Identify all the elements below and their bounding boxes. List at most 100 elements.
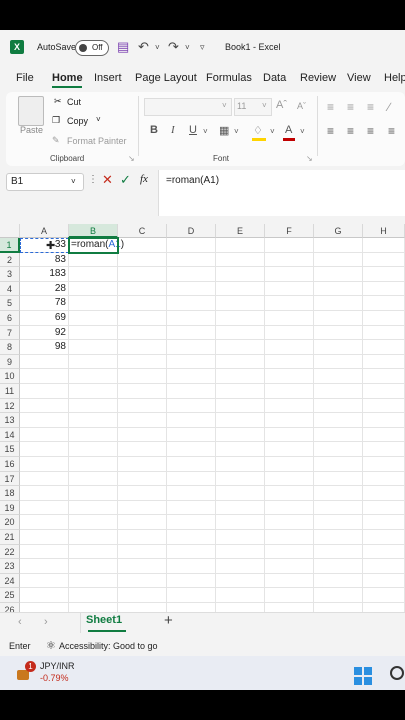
font-name-dropdown-icon[interactable]: ˅ bbox=[222, 101, 227, 110]
customize-toolbar-icon[interactable]: ▿ bbox=[200, 42, 205, 53]
redo-icon[interactable]: ↷ bbox=[168, 39, 179, 55]
font-color-icon[interactable]: A bbox=[285, 124, 292, 136]
cell-d1[interactable] bbox=[167, 238, 216, 253]
paste-icon[interactable] bbox=[18, 96, 44, 126]
cell-g26[interactable] bbox=[314, 603, 363, 612]
cell-d18[interactable] bbox=[167, 486, 216, 501]
underline-dropdown-icon[interactable]: ˅ bbox=[203, 127, 208, 136]
tab-view[interactable]: View bbox=[347, 72, 371, 84]
row-header-5[interactable]: 5 bbox=[0, 296, 20, 311]
cell-a18[interactable] bbox=[20, 486, 69, 501]
cell-a5[interactable]: 78 bbox=[20, 296, 69, 311]
cell-g2[interactable] bbox=[314, 252, 363, 268]
column-header-d[interactable]: D bbox=[167, 224, 216, 238]
cell-a26[interactable] bbox=[20, 603, 69, 612]
align-bottom-icon[interactable]: ≡ bbox=[367, 100, 374, 114]
cell-e25[interactable] bbox=[216, 588, 265, 603]
cell-h9[interactable] bbox=[363, 354, 405, 370]
cell-h1[interactable] bbox=[363, 238, 405, 253]
cell-e4[interactable] bbox=[216, 281, 265, 297]
cell-h19[interactable] bbox=[363, 500, 405, 516]
ticker-name[interactable]: JPY/INR bbox=[40, 661, 75, 671]
cell-g22[interactable] bbox=[314, 544, 363, 560]
cell-e1[interactable] bbox=[216, 238, 265, 253]
row-header-6[interactable]: 6 bbox=[0, 311, 20, 326]
next-sheet-icon[interactable]: › bbox=[44, 616, 48, 628]
cell-c10[interactable] bbox=[118, 369, 167, 384]
cell-a3[interactable]: 183 bbox=[20, 267, 69, 282]
redo-dropdown-icon[interactable]: ˅ bbox=[185, 43, 190, 52]
cell-d16[interactable] bbox=[167, 457, 216, 472]
cell-b2[interactable] bbox=[69, 252, 118, 268]
tab-formulas[interactable]: Formulas bbox=[206, 72, 252, 84]
cell-b14[interactable] bbox=[69, 427, 118, 443]
row-header-15[interactable]: 15 bbox=[0, 442, 20, 457]
cell-c23[interactable] bbox=[118, 559, 167, 574]
row-header-12[interactable]: 12 bbox=[0, 398, 20, 414]
search-icon[interactable] bbox=[390, 666, 404, 680]
cell-e18[interactable] bbox=[216, 486, 265, 501]
windows-start-icon[interactable] bbox=[354, 667, 372, 685]
copy-icon[interactable]: ❐ bbox=[52, 115, 60, 126]
cell-b7[interactable] bbox=[69, 325, 118, 341]
row-header-4[interactable]: 4 bbox=[0, 281, 20, 297]
row-header-10[interactable]: 10 bbox=[0, 369, 20, 384]
cell-g12[interactable] bbox=[314, 398, 363, 414]
row-header-14[interactable]: 14 bbox=[0, 427, 20, 443]
cell-c3[interactable] bbox=[118, 267, 167, 282]
row-header-7[interactable]: 7 bbox=[0, 325, 20, 341]
cell-g7[interactable] bbox=[314, 325, 363, 341]
cell-f18[interactable] bbox=[265, 486, 314, 501]
cell-c18[interactable] bbox=[118, 486, 167, 501]
cell-d23[interactable] bbox=[167, 559, 216, 574]
cell-g25[interactable] bbox=[314, 588, 363, 603]
cell-a19[interactable] bbox=[20, 500, 69, 516]
copy-dropdown-icon[interactable]: ˅ bbox=[96, 115, 101, 124]
paste-button-label[interactable]: Paste bbox=[20, 125, 43, 135]
cell-h17[interactable] bbox=[363, 471, 405, 487]
cell-c4[interactable] bbox=[118, 281, 167, 297]
cell-d20[interactable] bbox=[167, 515, 216, 530]
cell-a15[interactable] bbox=[20, 442, 69, 457]
cell-a16[interactable] bbox=[20, 457, 69, 472]
cell-d5[interactable] bbox=[167, 296, 216, 311]
tab-home[interactable]: Home bbox=[52, 72, 83, 84]
cell-b1[interactable]: =roman(A1) bbox=[68, 237, 124, 254]
cell-f20[interactable] bbox=[265, 515, 314, 530]
cell-b18[interactable] bbox=[69, 486, 118, 501]
cell-f8[interactable] bbox=[265, 340, 314, 355]
cell-b4[interactable] bbox=[69, 281, 118, 297]
cell-a14[interactable] bbox=[20, 427, 69, 443]
row-header-13[interactable]: 13 bbox=[0, 413, 20, 428]
cell-h18[interactable] bbox=[363, 486, 405, 501]
cell-h22[interactable] bbox=[363, 544, 405, 560]
cell-c15[interactable] bbox=[118, 442, 167, 457]
undo-icon[interactable]: ↶ bbox=[138, 39, 149, 55]
cell-f17[interactable] bbox=[265, 471, 314, 487]
cell-b6[interactable] bbox=[69, 311, 118, 326]
cell-h20[interactable] bbox=[363, 515, 405, 530]
bold-button[interactable]: B bbox=[150, 124, 158, 136]
column-header-a[interactable]: A bbox=[20, 224, 69, 238]
cell-b25[interactable] bbox=[69, 588, 118, 603]
cell-f24[interactable] bbox=[265, 573, 314, 589]
cell-a2[interactable]: 83 bbox=[20, 252, 69, 268]
cell-d9[interactable] bbox=[167, 354, 216, 370]
cell-d2[interactable] bbox=[167, 252, 216, 268]
formula-bar-options-icon[interactable]: ⋮ bbox=[88, 174, 98, 185]
select-all-corner[interactable] bbox=[0, 224, 20, 238]
cell-d13[interactable] bbox=[167, 413, 216, 428]
cell-h12[interactable] bbox=[363, 398, 405, 414]
cell-c8[interactable] bbox=[118, 340, 167, 355]
cell-a25[interactable] bbox=[20, 588, 69, 603]
cell-e3[interactable] bbox=[216, 267, 265, 282]
cell-b21[interactable] bbox=[69, 530, 118, 545]
cell-h16[interactable] bbox=[363, 457, 405, 472]
cell-d11[interactable] bbox=[167, 384, 216, 399]
cell-h23[interactable] bbox=[363, 559, 405, 574]
cut-icon[interactable]: ✂ bbox=[54, 96, 62, 107]
cell-e19[interactable] bbox=[216, 500, 265, 516]
cell-g5[interactable] bbox=[314, 296, 363, 311]
cell-f21[interactable] bbox=[265, 530, 314, 545]
cell-f14[interactable] bbox=[265, 427, 314, 443]
